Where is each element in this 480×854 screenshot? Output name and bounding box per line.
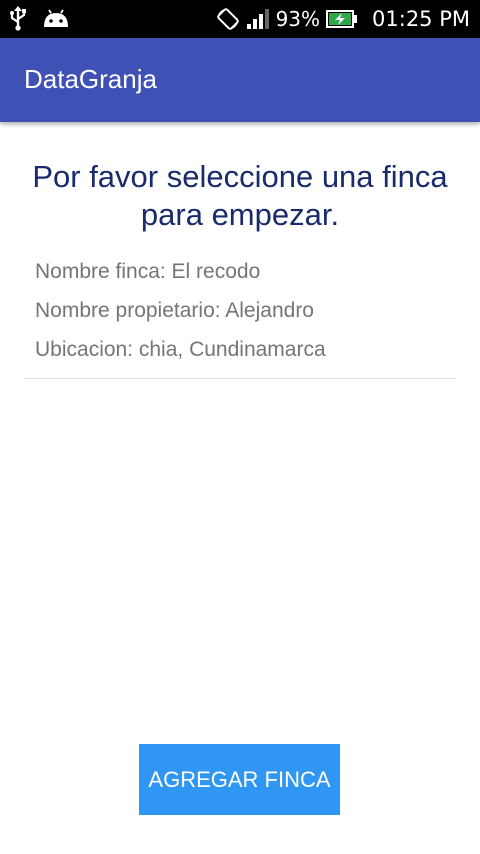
farm-list-item[interactable]: Nombre finca: El recodo Nombre propietar… [24, 254, 456, 379]
add-farm-button[interactable]: AGREGAR FINCA [139, 744, 340, 815]
usb-icon [8, 6, 28, 32]
status-bar: 93% 01:25 PM [0, 0, 480, 38]
farm-name: Nombre finca: El recodo [35, 260, 261, 283]
status-bar-system: 93% 01:25 PM [216, 0, 470, 38]
app-title: DataGranja [24, 64, 157, 94]
farm-location: Ubicacion: chia, Cundinamarca [35, 338, 326, 361]
clock: 01:25 PM [372, 7, 470, 31]
battery-percentage: 93% [275, 7, 321, 31]
status-bar-notifications [8, 6, 70, 32]
select-farm-prompt: Por favor seleccione una finca para empe… [32, 159, 448, 232]
app-bar: DataGranja [0, 38, 480, 122]
battery-charging-icon [326, 10, 358, 28]
farm-owner: Nombre propietario: Alejandro [35, 299, 314, 322]
android-icon [42, 7, 70, 31]
signal-icon [246, 7, 270, 31]
screen-rotation-icon [216, 7, 240, 31]
